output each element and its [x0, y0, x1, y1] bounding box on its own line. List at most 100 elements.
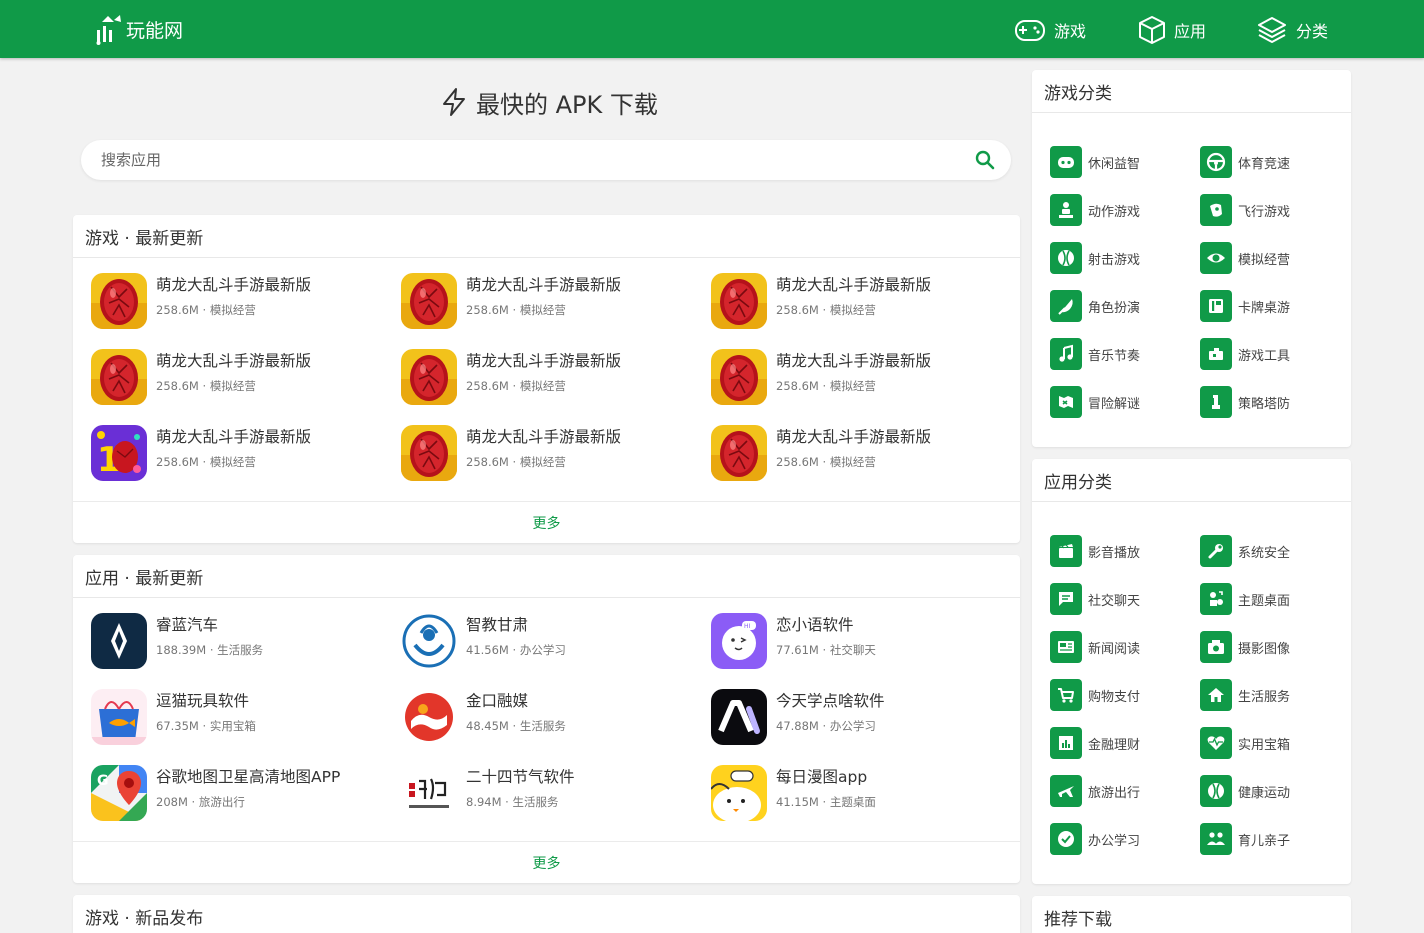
- jinkou-media-icon[interactable]: [401, 689, 457, 745]
- nav-apps[interactable]: 应用: [1138, 12, 1206, 48]
- dragon-egg-icon[interactable]: [401, 425, 457, 481]
- dragon-egg-icon[interactable]: [711, 273, 767, 329]
- app-name[interactable]: 萌龙大乱斗手游最新版: [466, 351, 621, 371]
- category-item[interactable]: 育儿亲子: [1200, 823, 1350, 855]
- dragon-egg-icon[interactable]: [401, 273, 457, 329]
- list-item-text: 萌龙大乱斗手游最新版 258.6M · 模拟经营: [156, 425, 311, 470]
- google-maps-icon[interactable]: G: [91, 765, 147, 821]
- section-title: 游戏 · 新品发布: [73, 895, 1020, 933]
- category-item[interactable]: 策略塔防: [1200, 386, 1350, 418]
- category-item[interactable]: 生活服务: [1200, 679, 1350, 711]
- category-item[interactable]: 射击游戏: [1050, 242, 1200, 274]
- solar-terms-icon[interactable]: [401, 765, 457, 821]
- list-item[interactable]: 萌龙大乱斗手游最新版 258.6M · 模拟经营: [711, 349, 1020, 425]
- list-item[interactable]: 萌龙大乱斗手游最新版 258.6M · 模拟经营: [401, 273, 711, 349]
- app-name[interactable]: 萌龙大乱斗手游最新版: [466, 275, 621, 295]
- list-item[interactable]: 萌龙大乱斗手游最新版 258.6M · 模拟经营: [91, 273, 401, 349]
- category-item[interactable]: 影音播放: [1050, 535, 1200, 567]
- category-item[interactable]: 音乐节奏: [1050, 338, 1200, 370]
- category-item[interactable]: 主题桌面: [1200, 583, 1350, 615]
- site-logo[interactable]: 玩能网: [94, 12, 183, 46]
- dragon-egg-icon[interactable]: [91, 273, 147, 329]
- app-category: 社交聊天: [829, 643, 876, 657]
- games-more-link[interactable]: 更多: [73, 501, 1020, 543]
- category-item[interactable]: 角色扮演: [1050, 290, 1200, 322]
- nav-games-label: 游戏: [1054, 22, 1087, 41]
- app-category: 主题桌面: [829, 795, 876, 809]
- nav-games[interactable]: 游戏: [1014, 12, 1086, 48]
- list-item[interactable]: 逗猫玩具软件 67.35M · 实用宝箱: [91, 689, 401, 765]
- category-item[interactable]: 社交聊天: [1050, 583, 1200, 615]
- game-categories-list: 休闲益智 体育竞速 动作游戏 飞行游戏射击游戏 模拟经营 角色扮演 卡牌桌游 音乐节奏 游戏工具…: [1050, 146, 1350, 434]
- category-item[interactable]: 游戏工具: [1200, 338, 1350, 370]
- list-item[interactable]: 1 萌龙大乱斗手游最新版 258.6M · 模拟经营: [91, 425, 401, 501]
- lianxiaoyu-icon[interactable]: HI: [711, 613, 767, 669]
- category-item[interactable]: 摄影图像: [1200, 631, 1350, 663]
- apps-more-link[interactable]: 更多: [73, 841, 1020, 883]
- list-item[interactable]: 二十四节气软件 8.94M · 生活服务: [401, 765, 711, 841]
- list-item[interactable]: 每日漫图app 41.15M · 主题桌面: [711, 765, 1020, 841]
- app-name[interactable]: 萌龙大乱斗手游最新版: [156, 351, 311, 371]
- app-name[interactable]: 智教甘肃: [466, 615, 566, 635]
- list-item[interactable]: 金口融媒 48.45M · 生活服务: [401, 689, 711, 765]
- category-item[interactable]: 飞行游戏: [1200, 194, 1350, 226]
- app-name[interactable]: 萌龙大乱斗手游最新版: [466, 427, 621, 447]
- daily-comic-icon[interactable]: [711, 765, 767, 821]
- ai-learn-icon[interactable]: [711, 689, 767, 745]
- list-item[interactable]: HI 恋小语软件 77.61M · 社交聊天: [711, 613, 1020, 689]
- list-item[interactable]: G 谷歌地图卫星高清地图APP 208M · 旅游出行: [91, 765, 401, 841]
- app-name[interactable]: 逗猫玩具软件: [156, 691, 256, 711]
- category-item[interactable]: 动作游戏: [1050, 194, 1200, 226]
- category-item[interactable]: 卡牌桌游: [1200, 290, 1350, 322]
- list-item[interactable]: 萌龙大乱斗手游最新版 258.6M · 模拟经营: [711, 425, 1020, 501]
- app-name[interactable]: 萌龙大乱斗手游最新版: [776, 427, 931, 447]
- list-item[interactable]: 智教甘肃 41.56M · 办公学习: [401, 613, 711, 689]
- app-name[interactable]: 今天学点啥软件: [776, 691, 885, 711]
- app-name[interactable]: 萌龙大乱斗手游最新版: [776, 351, 931, 371]
- category-item[interactable]: 模拟经营: [1200, 242, 1350, 274]
- dragon-egg-icon[interactable]: [91, 349, 147, 405]
- category-item[interactable]: 旅游出行: [1050, 775, 1200, 807]
- app-name[interactable]: 谷歌地图卫星高清地图APP: [156, 767, 340, 787]
- nav-categories[interactable]: 分类: [1256, 12, 1328, 48]
- ruilan-car-icon[interactable]: [91, 613, 147, 669]
- map-icon: [1050, 386, 1082, 418]
- category-item[interactable]: 系统安全: [1200, 535, 1350, 567]
- list-item[interactable]: 萌龙大乱斗手游最新版 258.6M · 模拟经营: [91, 349, 401, 425]
- search-input[interactable]: [101, 140, 961, 180]
- category-label: 飞行游戏: [1238, 204, 1291, 220]
- dragon-egg-icon[interactable]: [711, 425, 767, 481]
- app-name[interactable]: 每日漫图app: [776, 767, 876, 787]
- list-item[interactable]: 睿蓝汽车 188.39M · 生活服务: [91, 613, 401, 689]
- list-item[interactable]: 萌龙大乱斗手游最新版 258.6M · 模拟经营: [711, 273, 1020, 349]
- category-label: 购物支付: [1088, 689, 1141, 705]
- list-item[interactable]: 萌龙大乱斗手游最新版 258.6M · 模拟经营: [401, 425, 711, 501]
- category-item[interactable]: 冒险解谜: [1050, 386, 1200, 418]
- category-item[interactable]: 健康运动: [1200, 775, 1350, 807]
- category-item[interactable]: 金融理财: [1050, 727, 1200, 759]
- list-item[interactable]: 今天学点啥软件 47.88M · 办公学习: [711, 689, 1020, 765]
- app-name[interactable]: 萌龙大乱斗手游最新版: [156, 275, 311, 295]
- app-name[interactable]: 金口融媒: [466, 691, 566, 711]
- list-item-text: 萌龙大乱斗手游最新版 258.6M · 模拟经营: [156, 349, 311, 394]
- category-item[interactable]: 实用宝箱: [1200, 727, 1350, 759]
- app-name[interactable]: 二十四节气软件: [466, 767, 575, 787]
- app-category: 实用宝箱: [209, 719, 256, 733]
- cat-toy-icon[interactable]: [91, 689, 147, 745]
- search-bar: [81, 140, 1011, 180]
- dragon-egg-icon[interactable]: [711, 349, 767, 405]
- category-item[interactable]: 购物支付: [1050, 679, 1200, 711]
- zhijiao-gansu-icon[interactable]: [401, 613, 457, 669]
- category-item[interactable]: 休闲益智: [1050, 146, 1200, 178]
- search-icon[interactable]: [975, 150, 995, 170]
- category-item[interactable]: 新闻阅读: [1050, 631, 1200, 663]
- app-name[interactable]: 恋小语软件: [776, 615, 876, 635]
- app-name[interactable]: 萌龙大乱斗手游最新版: [156, 427, 311, 447]
- app-name[interactable]: 萌龙大乱斗手游最新版: [776, 275, 931, 295]
- list-item[interactable]: 萌龙大乱斗手游最新版 258.6M · 模拟经营: [401, 349, 711, 425]
- category-item[interactable]: 体育竞速: [1200, 146, 1350, 178]
- anniversary-icon[interactable]: 1: [91, 425, 147, 481]
- app-name[interactable]: 睿蓝汽车: [156, 615, 263, 635]
- category-item[interactable]: 办公学习: [1050, 823, 1200, 855]
- dragon-egg-icon[interactable]: [401, 349, 457, 405]
